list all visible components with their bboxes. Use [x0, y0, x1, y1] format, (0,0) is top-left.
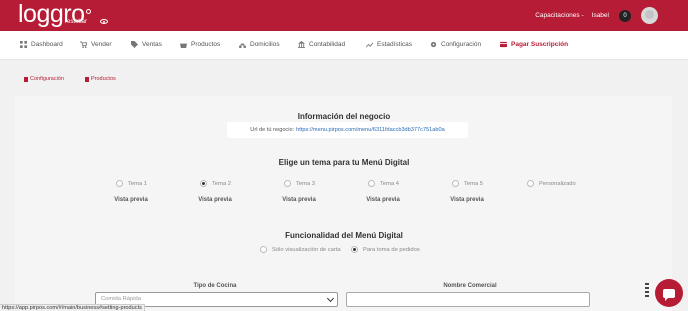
- chat-icon: [663, 288, 675, 301]
- business-url-box: Url de tú negocio: https://menu.pirpos.c…: [227, 122, 468, 138]
- grid-icon: [20, 41, 27, 48]
- option-label: Tema 1: [128, 180, 148, 187]
- nav-contabilidad[interactable]: Contabilidad: [298, 41, 345, 48]
- nav-label: Contabilidad: [309, 41, 346, 48]
- theme-option-3[interactable]: Tema 3: [284, 180, 315, 187]
- preview-link-5[interactable]: Vista previa: [437, 197, 497, 203]
- nav-label: Ventas: [142, 41, 162, 48]
- preview-link-1[interactable]: Vista previa: [101, 197, 161, 203]
- scooter-icon: [239, 43, 246, 48]
- nav-label: Estadísticas: [377, 41, 413, 48]
- business-url-link[interactable]: https://menu.pirpos.com/menu/6311fdaccb3…: [296, 127, 445, 133]
- nav-label: Domicilios: [250, 41, 280, 48]
- theme-option-2[interactable]: Tema 2: [200, 180, 231, 187]
- radio-icon: [527, 180, 534, 187]
- nav-dashboard[interactable]: Dashboard: [20, 41, 63, 48]
- option-label: Tema 3: [296, 180, 316, 187]
- nav-configuracion[interactable]: Configuración: [430, 41, 481, 48]
- preview-link-4[interactable]: Vista previa: [353, 197, 413, 203]
- nav-ventas[interactable]: Ventas: [131, 41, 162, 48]
- theme-option-4[interactable]: Tema 4: [368, 180, 399, 187]
- chat-button[interactable]: [655, 279, 683, 307]
- radio-icon: [260, 246, 267, 253]
- brand-logo[interactable]: loggro restobar: [18, 2, 91, 27]
- option-label: Tema 5: [464, 180, 484, 187]
- select-value: Comida Rápida: [101, 296, 141, 302]
- nav-label: Pagar Suscripción: [511, 41, 569, 48]
- nav-label: Dashboard: [31, 41, 63, 48]
- functionality-title: Funcionalidad del Menú Digital: [285, 231, 403, 240]
- nav-productos[interactable]: Productos: [180, 41, 220, 48]
- preview-link-3[interactable]: Vista previa: [269, 197, 329, 203]
- capacitaciones-menu[interactable]: Capacitaciones -: [535, 12, 583, 19]
- func-option-visualizacion[interactable]: Sólo visualización de carta: [260, 246, 341, 253]
- radio-icon: [368, 180, 375, 187]
- business-title: Información del negocio: [297, 112, 391, 121]
- radio-icon: [284, 180, 291, 187]
- comercial-label: Nombre Comercial: [443, 283, 497, 289]
- avatar[interactable]: [641, 7, 658, 24]
- func-option-pedidos[interactable]: Para toma de pedidos: [351, 246, 420, 253]
- nav-label: Vender: [91, 41, 112, 48]
- radio-checked-icon: [200, 180, 207, 187]
- tab-label: Productos: [91, 76, 116, 82]
- settings-icon: [24, 76, 28, 82]
- basket-icon: [180, 43, 187, 48]
- nav-vender[interactable]: Vender: [80, 41, 112, 48]
- nav-label: Configuración: [441, 41, 482, 48]
- radio-icon: [116, 180, 123, 187]
- subtabs: Configuración Productos: [0, 60, 688, 96]
- cocina-label: Tipo de Cocina: [193, 283, 237, 289]
- theme-option-personalizado[interactable]: Personalizado: [527, 180, 576, 187]
- nav-domicilios[interactable]: Domicilios: [239, 41, 280, 48]
- trend-icon: [366, 42, 373, 48]
- nav-pagar-suscripcion[interactable]: Pagar Suscripción: [500, 41, 568, 48]
- theme-option-5[interactable]: Tema 5: [452, 180, 483, 187]
- option-label: Personalizado: [539, 180, 576, 187]
- bank-icon: [298, 41, 305, 48]
- radio-icon: [452, 180, 459, 187]
- box-icon: [85, 76, 89, 82]
- tab-productos[interactable]: Productos: [85, 76, 116, 82]
- url-label: Url de tú negocio:: [250, 127, 295, 133]
- brand-sub: restobar: [65, 19, 88, 25]
- eye-icon[interactable]: [100, 19, 108, 24]
- nombre-comercial-input[interactable]: [346, 292, 590, 307]
- main-nav: Dashboard Vender Ventas Productos Domici…: [0, 31, 688, 60]
- top-bar: loggro restobar Capacitaciones - Isabel …: [0, 0, 688, 31]
- preview-link-2[interactable]: Vista previa: [185, 197, 245, 203]
- registered-mark-icon: [86, 9, 91, 14]
- option-label: Tema 4: [380, 180, 400, 187]
- radio-checked-icon: [351, 246, 358, 253]
- theme-option-1[interactable]: Tema 1: [116, 180, 147, 187]
- nav-estadisticas[interactable]: Estadísticas: [366, 41, 412, 48]
- tag-icon: [131, 41, 138, 48]
- gear-icon: [430, 41, 437, 48]
- chevron-down-icon: [326, 294, 335, 303]
- tab-configuracion[interactable]: Configuración: [24, 76, 64, 82]
- cart-icon: [80, 41, 87, 48]
- option-label: Para toma de pedidos: [363, 246, 420, 253]
- theme-title: Elige un tema para tu Menú Digital: [278, 158, 410, 167]
- tab-label: Configuración: [30, 76, 64, 82]
- status-url: https://app.pirpos.com/#/main/business#s…: [0, 304, 145, 311]
- user-name[interactable]: Isabel: [592, 12, 609, 19]
- nav-label: Productos: [191, 41, 221, 48]
- card-icon: [500, 41, 507, 48]
- drag-handle-icon[interactable]: [645, 283, 650, 301]
- option-label: Tema 2: [212, 180, 232, 187]
- notification-badge[interactable]: 0: [619, 9, 631, 22]
- option-label: Sólo visualización de carta: [272, 246, 341, 253]
